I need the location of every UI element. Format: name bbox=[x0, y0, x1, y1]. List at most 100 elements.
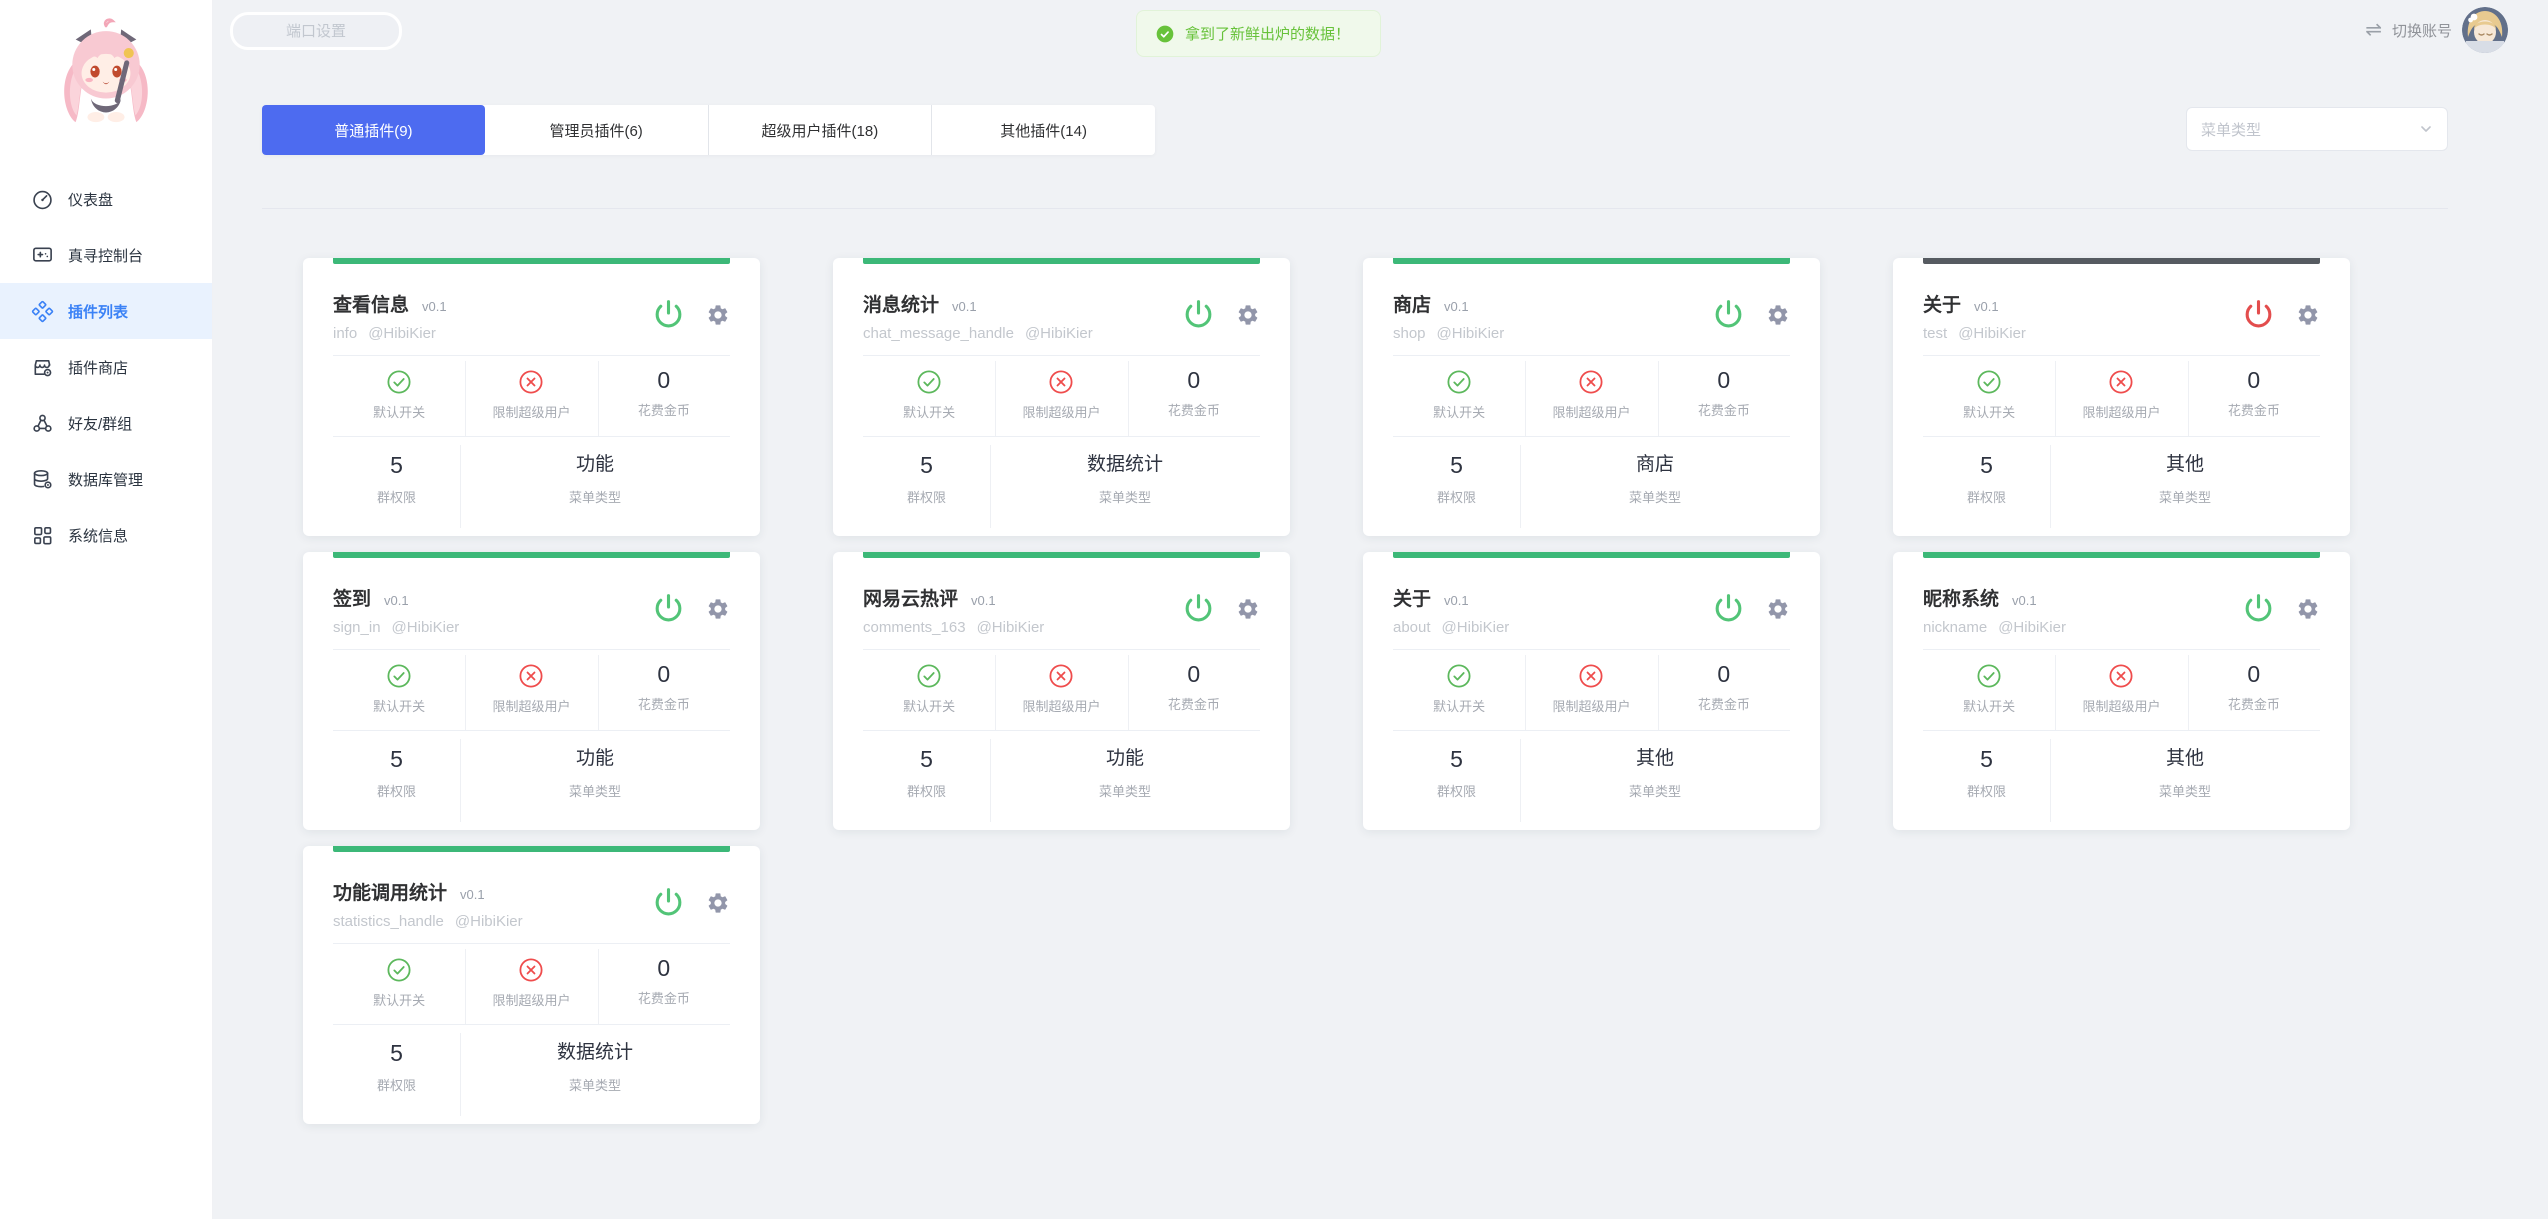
card-header: 关于 v0.1 test @HibiKier bbox=[1893, 264, 2350, 342]
tab-label: 超级用户插件(18) bbox=[762, 120, 879, 141]
plugin-module-name: chat_message_handle bbox=[863, 325, 1014, 342]
x-circle-icon bbox=[518, 663, 544, 689]
card-stats-row: 默认开关 限制超级用户 0 花费金币 bbox=[303, 356, 760, 436]
menu-type-select[interactable]: 菜单类型 bbox=[2186, 107, 2448, 151]
power-toggle-icon[interactable] bbox=[1182, 592, 1215, 625]
plugin-title: 签到 bbox=[333, 588, 371, 612]
cost-gold-value: 0 bbox=[1187, 367, 1200, 393]
menu-type-value: 功能 bbox=[576, 746, 614, 772]
menu-type-label: 菜单类型 bbox=[569, 781, 621, 800]
plugin-module-name: info bbox=[333, 325, 357, 342]
friends-icon bbox=[30, 411, 54, 435]
group-perm-value: 5 bbox=[1980, 452, 1993, 478]
check-circle-icon bbox=[386, 663, 412, 689]
power-toggle-icon[interactable] bbox=[2242, 298, 2275, 331]
check-circle-icon bbox=[386, 369, 412, 395]
plugin-version: v0.1 bbox=[422, 299, 447, 314]
power-toggle-icon[interactable] bbox=[1712, 298, 1745, 331]
cost-gold-label: 花费金币 bbox=[1698, 694, 1750, 713]
settings-gear-icon[interactable] bbox=[1766, 303, 1790, 327]
sidebar-item-console[interactable]: 真寻控制台 bbox=[0, 227, 212, 283]
card-stats-row2: 5 群权限 数据统计 菜单类型 bbox=[303, 1025, 760, 1124]
user-avatar[interactable] bbox=[2462, 7, 2508, 53]
port-settings-input[interactable] bbox=[230, 12, 402, 50]
power-toggle-icon[interactable] bbox=[652, 298, 685, 331]
tab-2[interactable]: 管理员插件(6) bbox=[485, 105, 708, 155]
cost-gold-label: 花费金币 bbox=[638, 988, 690, 1007]
plugin-version: v0.1 bbox=[2012, 593, 2037, 608]
settings-gear-icon[interactable] bbox=[1236, 597, 1260, 621]
cost-gold-value: 0 bbox=[1717, 367, 1730, 393]
cost-gold-value: 0 bbox=[1187, 661, 1200, 687]
settings-gear-icon[interactable] bbox=[706, 597, 730, 621]
x-circle-icon bbox=[518, 369, 544, 395]
menu-type-label: 菜单类型 bbox=[569, 1075, 621, 1094]
menu-type-value: 商店 bbox=[1636, 452, 1674, 478]
settings-gear-icon[interactable] bbox=[2296, 597, 2320, 621]
sidebar-item-label: 仪表盘 bbox=[68, 189, 113, 210]
power-toggle-icon[interactable] bbox=[652, 886, 685, 919]
cost-gold-value: 0 bbox=[657, 661, 670, 687]
limit-superuser-label: 限制超级用户 bbox=[1552, 696, 1630, 715]
group-perm-label: 群权限 bbox=[1437, 487, 1476, 506]
switch-account-button[interactable]: 切换账号 bbox=[2392, 20, 2452, 41]
menu-type-value: 数据统计 bbox=[557, 1040, 633, 1066]
sidebar-item-system-info[interactable]: 系统信息 bbox=[0, 507, 212, 563]
plugin-title: 关于 bbox=[1393, 588, 1431, 612]
settings-gear-icon[interactable] bbox=[706, 303, 730, 327]
settings-gear-icon[interactable] bbox=[706, 891, 730, 915]
group-perm-label: 群权限 bbox=[377, 487, 416, 506]
settings-gear-icon[interactable] bbox=[1236, 303, 1260, 327]
store-icon bbox=[30, 355, 54, 379]
tab-3[interactable]: 超级用户插件(18) bbox=[708, 105, 932, 155]
menu-type-value: 其他 bbox=[1636, 746, 1674, 772]
power-toggle-icon[interactable] bbox=[2242, 592, 2275, 625]
default-switch-label: 默认开关 bbox=[1433, 696, 1485, 715]
plugin-card: 商店 v0.1 shop @HibiKier bbox=[1363, 258, 1820, 536]
tab-1[interactable]: 普通插件(9) bbox=[262, 105, 485, 155]
sidebar-item-friends-groups[interactable]: 好友/群组 bbox=[0, 395, 212, 451]
sidebar-item-label: 数据库管理 bbox=[68, 469, 143, 490]
app-logo bbox=[0, 0, 212, 171]
sidebar-item-dashboard[interactable]: 仪表盘 bbox=[0, 171, 212, 227]
tab-label: 管理员插件(6) bbox=[549, 120, 642, 141]
sidebar-item-plugin-list[interactable]: 插件列表 bbox=[0, 283, 212, 339]
card-stats-row: 默认开关 限制超级用户 0 花费金币 bbox=[1363, 356, 1820, 436]
check-circle-icon bbox=[1446, 369, 1472, 395]
cost-gold-label: 花费金币 bbox=[1168, 400, 1220, 419]
power-toggle-icon[interactable] bbox=[1182, 298, 1215, 331]
plugin-title: 查看信息 bbox=[333, 294, 409, 318]
settings-gear-icon[interactable] bbox=[2296, 303, 2320, 327]
default-switch-label: 默认开关 bbox=[373, 696, 425, 715]
plugins-icon bbox=[30, 299, 54, 323]
settings-gear-icon[interactable] bbox=[1766, 597, 1790, 621]
default-switch-label: 默认开关 bbox=[903, 402, 955, 421]
group-perm-label: 群权限 bbox=[377, 781, 416, 800]
sidebar-item-database[interactable]: 数据库管理 bbox=[0, 451, 212, 507]
group-perm-value: 5 bbox=[390, 1040, 403, 1066]
menu-type-label: 菜单类型 bbox=[569, 487, 621, 506]
sidebar-item-plugin-store[interactable]: 插件商店 bbox=[0, 339, 212, 395]
plugin-version: v0.1 bbox=[1974, 299, 1999, 314]
plugin-author: @HibiKier bbox=[1442, 619, 1510, 636]
plugin-version: v0.1 bbox=[460, 887, 485, 902]
x-circle-icon bbox=[2108, 369, 2134, 395]
check-circle-icon bbox=[386, 957, 412, 983]
menu-type-value: 功能 bbox=[1106, 746, 1144, 772]
card-stats-row2: 5 群权限 其他 菜单类型 bbox=[1893, 731, 2350, 830]
card-stats-row: 默认开关 限制超级用户 0 花费金币 bbox=[1893, 650, 2350, 730]
card-header: 消息统计 v0.1 chat_message_handle @HibiKier bbox=[833, 264, 1290, 342]
power-toggle-icon[interactable] bbox=[652, 592, 685, 625]
power-toggle-icon[interactable] bbox=[1712, 592, 1745, 625]
check-circle-icon bbox=[1446, 663, 1472, 689]
menu-type-label: 菜单类型 bbox=[2159, 487, 2211, 506]
mascot-logo bbox=[47, 14, 165, 146]
cost-gold-label: 花费金币 bbox=[1168, 694, 1220, 713]
menu-type-value: 其他 bbox=[2166, 452, 2204, 478]
plugin-author: @HibiKier bbox=[1437, 325, 1505, 342]
check-circle-icon bbox=[1976, 663, 2002, 689]
limit-superuser-label: 限制超级用户 bbox=[492, 696, 570, 715]
main-area: 拿到了新鲜出炉的数据！ ⇌ 切换账号 bbox=[212, 0, 2548, 1219]
tab-4[interactable]: 其他插件(14) bbox=[931, 105, 1155, 155]
default-switch-label: 默认开关 bbox=[1963, 402, 2015, 421]
